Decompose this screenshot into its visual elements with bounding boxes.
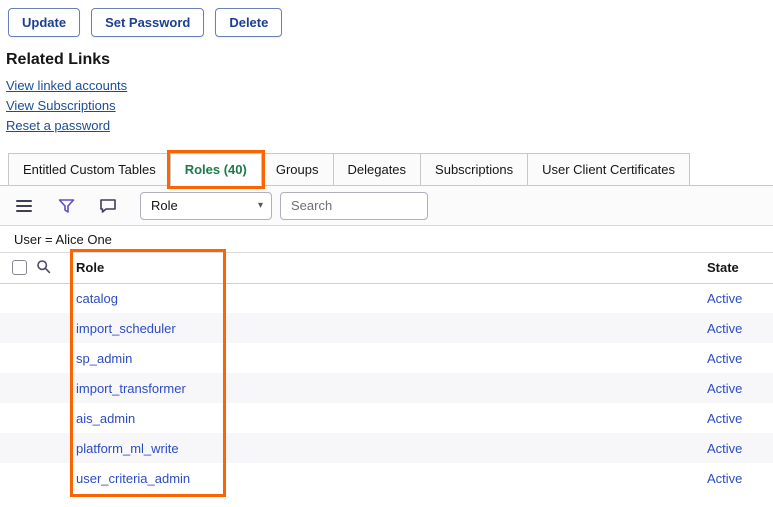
- state-link[interactable]: Active: [707, 351, 742, 366]
- link-reset-a-password[interactable]: Reset a password: [6, 116, 110, 136]
- related-links-list: View linked accounts View Subscriptions …: [0, 76, 773, 136]
- tab-user-client-certificates[interactable]: User Client Certificates: [527, 153, 690, 186]
- table-row: import_transformer Active: [0, 373, 773, 403]
- state-link[interactable]: Active: [707, 321, 742, 336]
- role-link[interactable]: catalog: [76, 291, 118, 306]
- table-header-row: Role State: [0, 253, 773, 283]
- page: Update Set Password Delete Related Links…: [0, 0, 773, 493]
- link-view-subscriptions[interactable]: View Subscriptions: [6, 96, 116, 116]
- state-link[interactable]: Active: [707, 291, 742, 306]
- select-all-checkbox[interactable]: [12, 260, 27, 275]
- list-toolbar: Role ▾: [0, 186, 773, 226]
- chevron-down-icon: ▾: [258, 200, 263, 211]
- link-view-linked-accounts[interactable]: View linked accounts: [6, 76, 127, 96]
- breadcrumb-row: User = Alice One: [0, 226, 773, 253]
- tab-delegates[interactable]: Delegates: [333, 153, 422, 186]
- tab-bar: Entitled Custom Tables Roles (40) Groups…: [0, 151, 773, 186]
- set-password-button[interactable]: Set Password: [91, 8, 204, 37]
- table-row: import_scheduler Active: [0, 313, 773, 343]
- column-search-icon[interactable]: [36, 253, 76, 283]
- table-row: ais_admin Active: [0, 403, 773, 433]
- table-row: sp_admin Active: [0, 343, 773, 373]
- filter-icon[interactable]: [56, 196, 76, 216]
- state-link[interactable]: Active: [707, 381, 742, 396]
- role-link[interactable]: sp_admin: [76, 351, 132, 366]
- form-actions: Update Set Password Delete: [0, 8, 773, 37]
- list-menu-icon[interactable]: [14, 196, 34, 216]
- breadcrumb[interactable]: User = Alice One: [14, 232, 112, 247]
- table-row: catalog Active: [0, 283, 773, 313]
- role-link[interactable]: import_transformer: [76, 381, 186, 396]
- role-link[interactable]: user_criteria_admin: [76, 471, 190, 486]
- tab-entitled-custom-tables[interactable]: Entitled Custom Tables: [8, 153, 171, 186]
- roles-table: Role State catalog Active import_schedul…: [0, 253, 773, 493]
- search-field-value: Role: [151, 198, 178, 213]
- comment-icon[interactable]: [98, 196, 118, 216]
- tab-subscriptions[interactable]: Subscriptions: [420, 153, 528, 186]
- state-link[interactable]: Active: [707, 471, 742, 486]
- search-input[interactable]: [280, 192, 428, 220]
- role-link[interactable]: ais_admin: [76, 411, 135, 426]
- column-header-role[interactable]: Role: [76, 253, 707, 283]
- state-link[interactable]: Active: [707, 441, 742, 456]
- roles-list-pane: Role ▾ User = Alice One: [0, 186, 773, 493]
- search-field-select[interactable]: Role ▾: [140, 192, 272, 220]
- column-header-state[interactable]: State: [707, 253, 773, 283]
- tab-roles[interactable]: Roles (40): [170, 153, 262, 186]
- tab-groups[interactable]: Groups: [261, 153, 334, 186]
- role-link[interactable]: platform_ml_write: [76, 441, 179, 456]
- state-link[interactable]: Active: [707, 411, 742, 426]
- table-row: platform_ml_write Active: [0, 433, 773, 463]
- table-row: user_criteria_admin Active: [0, 463, 773, 493]
- related-links-title: Related Links: [0, 37, 773, 76]
- role-link[interactable]: import_scheduler: [76, 321, 176, 336]
- delete-button[interactable]: Delete: [215, 8, 282, 37]
- update-button[interactable]: Update: [8, 8, 80, 37]
